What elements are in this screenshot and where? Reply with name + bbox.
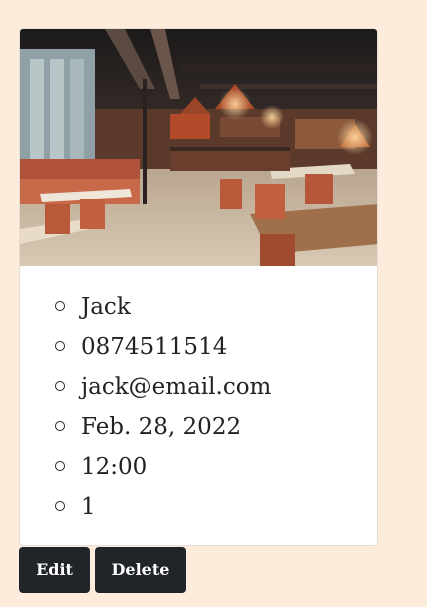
reservation-card: Jack 0874511514 jack@email.com Feb. 28, … <box>19 28 378 546</box>
restaurant-photo <box>20 29 377 266</box>
guest-count: 1 <box>81 494 96 520</box>
reservation-date: Feb. 28, 2022 <box>81 414 242 440</box>
list-item-date: Feb. 28, 2022 <box>20 407 377 447</box>
customer-phone: 0874511514 <box>81 334 228 360</box>
circle-bullet-icon <box>55 381 65 391</box>
customer-name: Jack <box>81 294 131 320</box>
circle-bullet-icon <box>55 341 65 351</box>
reservation-time: 12:00 <box>81 454 148 480</box>
reservation-details-list: Jack 0874511514 jack@email.com Feb. 28, … <box>20 287 377 527</box>
circle-bullet-icon <box>55 301 65 311</box>
delete-button[interactable]: Delete <box>95 547 186 593</box>
customer-email: jack@email.com <box>81 374 272 400</box>
list-item-email: jack@email.com <box>20 367 377 407</box>
circle-bullet-icon <box>55 421 65 431</box>
edit-button[interactable]: Edit <box>19 547 90 593</box>
list-item-guests: 1 <box>20 487 377 527</box>
list-item-phone: 0874511514 <box>20 327 377 367</box>
circle-bullet-icon <box>55 461 65 471</box>
circle-bullet-icon <box>55 501 65 511</box>
list-item-name: Jack <box>20 287 377 327</box>
list-item-time: 12:00 <box>20 447 377 487</box>
